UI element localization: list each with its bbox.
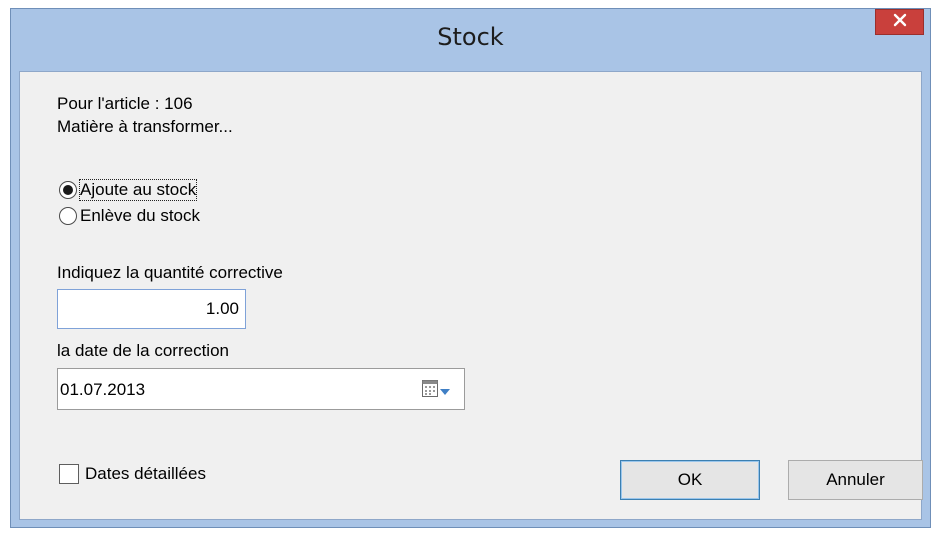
- title-bar[interactable]: Stock: [11, 9, 930, 71]
- quantity-label: Indiquez la quantité corrective: [57, 263, 283, 282]
- radio-remove-stock[interactable]: Enlève du stock: [59, 206, 200, 226]
- detailed-dates-checkbox[interactable]: [59, 464, 79, 484]
- quantity-input[interactable]: 1.00: [57, 289, 246, 329]
- radio-add-indicator[interactable]: [59, 181, 77, 199]
- calendar-icon: [422, 380, 438, 402]
- close-button[interactable]: [875, 9, 924, 35]
- detailed-dates-checkbox-row[interactable]: Dates détaillées: [59, 464, 206, 484]
- article-line: Pour l'article : 106: [57, 94, 193, 113]
- date-dropdown-button[interactable]: [422, 380, 450, 402]
- detailed-dates-label: Dates détaillées: [85, 464, 206, 483]
- ok-button[interactable]: OK: [620, 460, 760, 500]
- radio-remove-label: Enlève du stock: [80, 206, 201, 225]
- radio-add-stock[interactable]: Ajoute au stock: [59, 179, 198, 201]
- stock-dialog: Stock Pour l'article : 106 Matière à tra…: [10, 8, 931, 528]
- cancel-button[interactable]: Annuler: [788, 460, 923, 500]
- date-picker[interactable]: 01.07.2013: [57, 368, 465, 410]
- dialog-body: Pour l'article : 106 Matière à transform…: [19, 71, 923, 520]
- chevron-down-icon: [440, 381, 450, 401]
- close-icon: [893, 13, 907, 32]
- window-title: Stock: [437, 23, 504, 51]
- radio-remove-indicator[interactable]: [59, 207, 77, 225]
- radio-add-label: Ajoute au stock: [78, 179, 198, 201]
- date-label: la date de la correction: [57, 341, 229, 360]
- date-value[interactable]: 01.07.2013: [60, 380, 145, 400]
- description-line: Matière à transformer...: [57, 117, 233, 136]
